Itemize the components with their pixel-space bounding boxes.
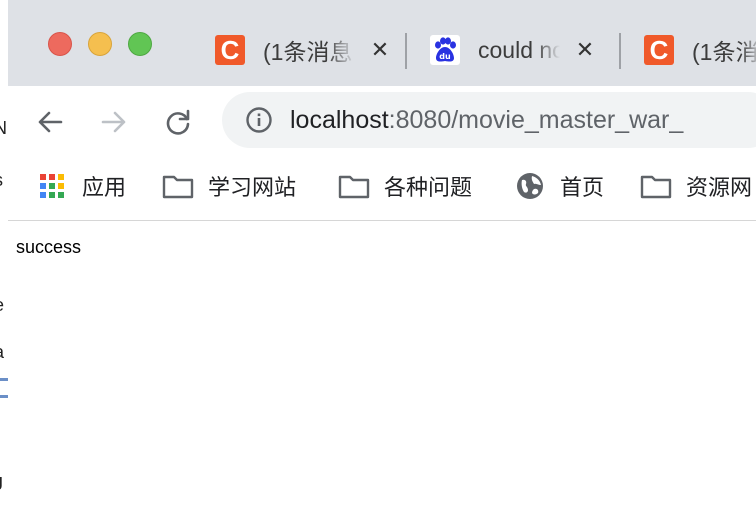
bookmark-apps[interactable]: 应用 (36, 170, 126, 202)
background-glyph: r (0, 208, 8, 228)
tab-separator (405, 33, 407, 69)
tab-title: (1条消息 (692, 39, 756, 65)
zoom-window-button[interactable] (128, 32, 152, 56)
reload-icon (166, 109, 190, 135)
page-body-text: success (16, 237, 82, 257)
bookmark-label: 首页 (560, 175, 605, 200)
arrow-right-icon (101, 111, 126, 133)
bookmark-folder-issues[interactable]: 各种问题 (338, 170, 472, 202)
url-host: localhost (290, 105, 389, 134)
background-glyph: i (0, 428, 8, 448)
info-icon[interactable] (244, 105, 274, 135)
bookmark-homepage[interactable]: 首页 (514, 170, 604, 202)
tab-strip: C (1条消息 ✕ du could no ✕ C (1条消 (8, 0, 756, 86)
bookmark-folder-study[interactable]: 学习网站 (162, 170, 296, 202)
browser-window: C (1条消息 ✕ du could no ✕ C (1条消 localhost… (8, 0, 756, 514)
folder-icon (640, 172, 672, 200)
background-bar (0, 395, 8, 398)
bookmark-label: 应用 (82, 175, 127, 200)
apps-grid-icon (36, 172, 68, 200)
background-glyph: a (0, 342, 8, 362)
baidu-paw-icon: du (430, 35, 460, 65)
tab-title: (1条消息 (263, 39, 353, 65)
page-content: success (8, 221, 756, 514)
forward-button[interactable] (96, 104, 132, 140)
csdn-c-icon: C (215, 35, 245, 65)
bookmark-label: 学习网站 (208, 175, 297, 200)
close-tab-icon[interactable]: ✕ (574, 39, 596, 61)
close-tab-icon[interactable]: ✕ (369, 39, 391, 61)
globe-icon (514, 172, 546, 200)
address-bar[interactable]: localhost:8080/movie_master_war_ (222, 92, 756, 148)
tab-csdn-1[interactable]: C (1条消息 ✕ (215, 26, 391, 74)
bookmark-label: 资源网 (686, 175, 753, 200)
url-path: :8080/movie_master_war_ (388, 105, 684, 134)
background-glyph: J (0, 474, 8, 494)
folder-icon (338, 172, 370, 200)
reload-button[interactable] (160, 104, 196, 140)
bookmark-folder-resources[interactable]: 资源网 (640, 170, 752, 202)
tab-title: could no (478, 36, 560, 63)
tab-separator (619, 33, 621, 69)
bookmark-label: 各种问题 (384, 175, 473, 200)
background-glyph: e (0, 295, 8, 315)
close-window-button[interactable] (48, 32, 72, 56)
background-glyph: s (0, 170, 8, 190)
bookmarks-bar: 应用 学习网站 各种问题 首页 资源网 (8, 156, 756, 221)
favicon-letter: C (220, 35, 240, 65)
favicon-letter: C (649, 35, 669, 65)
background-bar (0, 378, 8, 381)
folder-icon (162, 172, 194, 200)
tab-baidu[interactable]: du could no ✕ (430, 26, 596, 74)
tab-csdn-2[interactable]: C (1条消息 (644, 26, 756, 74)
background-glyph: N (0, 118, 8, 138)
url-text: localhost:8080/movie_master_war_ (290, 106, 683, 135)
arrow-left-icon (38, 111, 63, 133)
minimize-window-button[interactable] (88, 32, 112, 56)
back-button[interactable] (32, 104, 68, 140)
csdn-c-icon: C (644, 35, 674, 65)
svg-text:du: du (439, 52, 451, 61)
